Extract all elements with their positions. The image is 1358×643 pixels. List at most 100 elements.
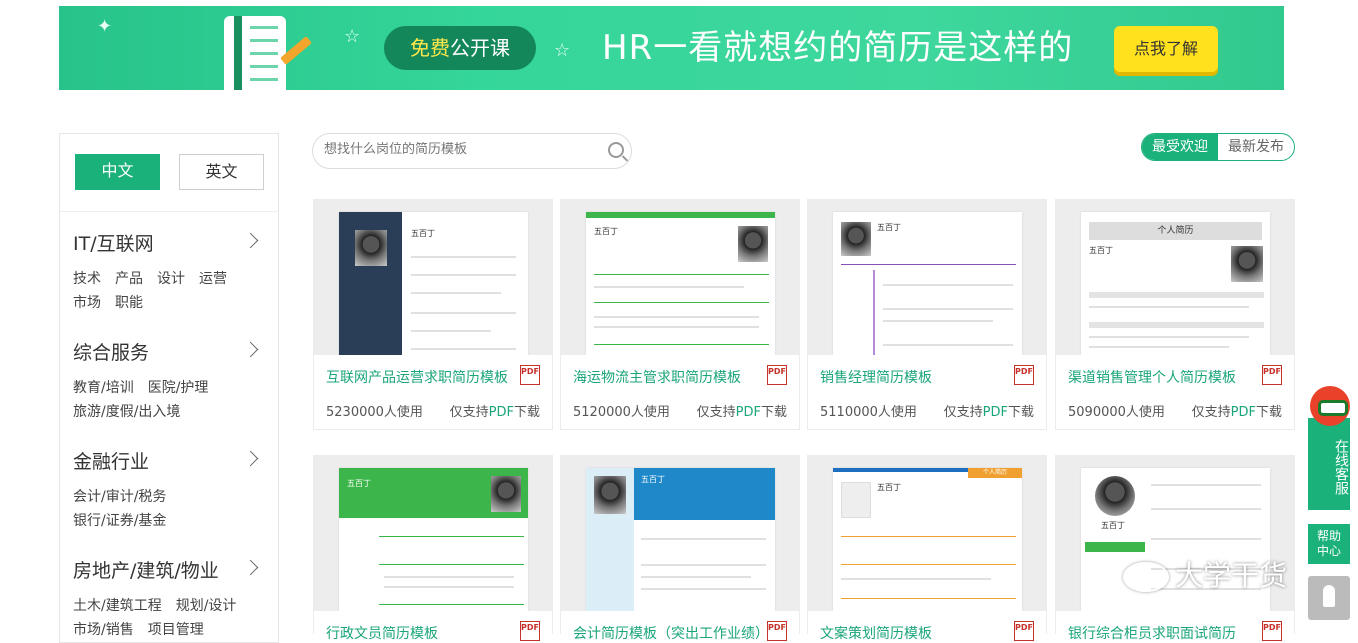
search-input[interactable]	[324, 142, 594, 157]
portrait-photo	[355, 230, 387, 266]
template-card[interactable]: 五百丁 银行综合柜员求职面试简历 PDF	[1055, 455, 1295, 642]
portrait-photo	[841, 222, 871, 256]
resume-preview: 五百丁	[339, 212, 528, 355]
pdf-icon: PDF	[1262, 621, 1282, 641]
category-tag[interactable]: 市场/销售	[73, 618, 134, 642]
template-thumbnail: 五百丁	[314, 200, 552, 355]
pdf-icon: PDF	[520, 621, 540, 641]
usage-count: 5120000人使用	[573, 405, 670, 420]
category-tag[interactable]: 职能	[115, 291, 143, 315]
template-thumbnail: 五百丁	[561, 456, 799, 611]
sort-toggle: 最受欢迎 最新发布	[1141, 133, 1295, 161]
resume-preview: 五百丁	[586, 212, 775, 355]
free-course-badge: 免费公开课	[384, 26, 536, 70]
category-tag[interactable]: 产品	[115, 267, 143, 291]
template-card[interactable]: 个人简历 五百丁 渠道销售管理个人简历模板 PDF 5090000人使用 仅支持…	[1055, 199, 1295, 430]
category-it: IT/互联网 技术 产品 设计 运营市场 职能	[73, 230, 268, 315]
portrait-photo	[1231, 246, 1263, 282]
sparkle-icon: ☆	[554, 40, 571, 61]
category-title[interactable]: 金融行业	[73, 448, 268, 476]
usage-count: 5090000人使用	[1068, 405, 1165, 420]
resume-preview: 个人简历 五百丁	[833, 468, 1022, 611]
divider	[60, 211, 278, 212]
category-tag[interactable]: 规划/设计	[176, 594, 237, 618]
category-tag[interactable]: 教育/培训	[73, 376, 134, 400]
portrait-photo	[738, 226, 768, 262]
template-name[interactable]: 行政文员简历模板	[326, 623, 438, 643]
category-tag[interactable]: 银行/证券/基金	[73, 509, 166, 533]
sparkle-icon: ☆	[344, 26, 361, 47]
template-name[interactable]: 渠道销售管理个人简历模板	[1068, 367, 1236, 387]
template-card[interactable]: 五百丁 互联网产品运营求职简历模板 PDF 5230000人使用 仅支持PDF下…	[313, 199, 553, 430]
template-card[interactable]: 五百丁 行政文员简历模板 PDF	[313, 455, 553, 642]
category-sidebar: 中文 英文 IT/互联网 技术 产品 设计 运营市场 职能 综合服务 教育/培训 医院/护…	[59, 133, 279, 643]
category-tag[interactable]: 旅游/度假/出入境	[73, 400, 180, 424]
pdf-icon: PDF	[520, 365, 540, 385]
sort-latest-tab[interactable]: 最新发布	[1218, 134, 1294, 160]
template-name[interactable]: 文案策划简历模板	[820, 623, 932, 643]
template-card[interactable]: 五百丁 海运物流主管求职简历模板 PDF 5120000人使用 仅支持PDF下载	[560, 199, 800, 430]
template-name[interactable]: 会计简历模板（突出工作业绩）	[573, 623, 769, 643]
category-realestate: 房地产/建筑/物业 土木/建筑工程 规划/设计市场/销售 项目管理	[73, 557, 268, 642]
watermark: 大学干货	[1123, 554, 1287, 594]
category-title[interactable]: 综合服务	[73, 339, 268, 367]
banner-slogan: HR一看就想约的简历是这样的	[602, 28, 1074, 68]
search-icon[interactable]	[608, 142, 624, 158]
template-card[interactable]: 五百丁 会计简历模板（突出工作业绩） PDF	[560, 455, 800, 642]
resume-illustration	[224, 16, 286, 90]
usage-count: 5230000人使用	[326, 405, 423, 420]
category-title[interactable]: 房地产/建筑/物业	[73, 557, 268, 585]
sparkle-icon: ✦	[97, 16, 113, 37]
template-name[interactable]: 海运物流主管求职简历模板	[573, 367, 741, 387]
chevron-right-icon	[242, 232, 259, 249]
pdf-icon: PDF	[1014, 621, 1034, 641]
template-thumbnail: 个人简历 五百丁	[1056, 200, 1294, 355]
template-thumbnail: 个人简历 五百丁	[808, 456, 1046, 611]
category-tag[interactable]: 市场	[73, 291, 101, 315]
resume-preview: 五百丁	[586, 468, 775, 611]
portrait-photo	[594, 476, 626, 514]
usage-count: 5110000人使用	[820, 405, 917, 420]
template-card[interactable]: 五百丁 销售经理简历模板 PDF 5110000人使用 仅支持PDF下载	[807, 199, 1047, 430]
template-search-box	[312, 133, 632, 169]
mascot-icon	[1310, 386, 1350, 426]
category-services: 综合服务 教育/培训 医院/护理旅游/度假/出入境	[73, 339, 268, 424]
template-name[interactable]: 销售经理简历模板	[820, 367, 932, 387]
resume-preview: 五百丁	[339, 468, 528, 611]
resume-preview: 个人简历 五百丁	[1081, 212, 1270, 355]
wechat-icon	[1123, 562, 1169, 592]
lang-chinese-button[interactable]: 中文	[75, 154, 160, 190]
online-service-widget[interactable]: 在线客服	[1308, 386, 1350, 510]
back-to-top-button[interactable]	[1308, 576, 1350, 620]
help-center-button[interactable]: 帮助中心	[1308, 524, 1350, 564]
category-tag[interactable]: 会计/审计/税务	[73, 485, 166, 509]
template-thumbnail: 五百丁	[561, 200, 799, 355]
category-tag[interactable]: 技术	[73, 267, 101, 291]
learn-more-button[interactable]: 点我了解	[1114, 26, 1218, 72]
template-name[interactable]: 银行综合柜员求职面试简历	[1068, 623, 1236, 643]
promo-banner[interactable]: ✦ ☆ ☆ 免费公开课 HR一看就想约的简历是这样的 点我了解	[59, 6, 1284, 90]
pdf-icon: PDF	[767, 621, 787, 641]
category-title[interactable]: IT/互联网	[73, 230, 268, 258]
pdf-icon: PDF	[767, 365, 787, 385]
portrait-photo	[491, 476, 521, 512]
category-finance: 金融行业 会计/审计/税务 银行/证券/基金	[73, 448, 268, 533]
format-note: 仅支持PDF下载	[449, 405, 540, 420]
category-tag[interactable]: 运营	[199, 267, 227, 291]
template-name[interactable]: 互联网产品运营求职简历模板	[326, 367, 508, 387]
lang-english-button[interactable]: 英文	[179, 154, 264, 190]
format-note: 仅支持PDF下载	[943, 405, 1034, 420]
photo-placeholder	[841, 482, 871, 518]
category-tag[interactable]: 设计	[157, 267, 185, 291]
format-note: 仅支持PDF下载	[696, 405, 787, 420]
category-tag[interactable]: 医院/护理	[148, 376, 209, 400]
template-card[interactable]: 个人简历 五百丁 文案策划简历模板 PDF	[807, 455, 1047, 642]
pdf-icon: PDF	[1014, 365, 1034, 385]
template-thumbnail: 五百丁	[314, 456, 552, 611]
category-tag[interactable]: 土木/建筑工程	[73, 594, 162, 618]
sort-popular-tab[interactable]: 最受欢迎	[1142, 134, 1218, 160]
category-tag[interactable]: 项目管理	[148, 618, 204, 642]
chevron-right-icon	[242, 450, 259, 467]
online-service-label: 在线客服	[1308, 418, 1350, 510]
resume-preview: 五百丁	[833, 212, 1022, 355]
